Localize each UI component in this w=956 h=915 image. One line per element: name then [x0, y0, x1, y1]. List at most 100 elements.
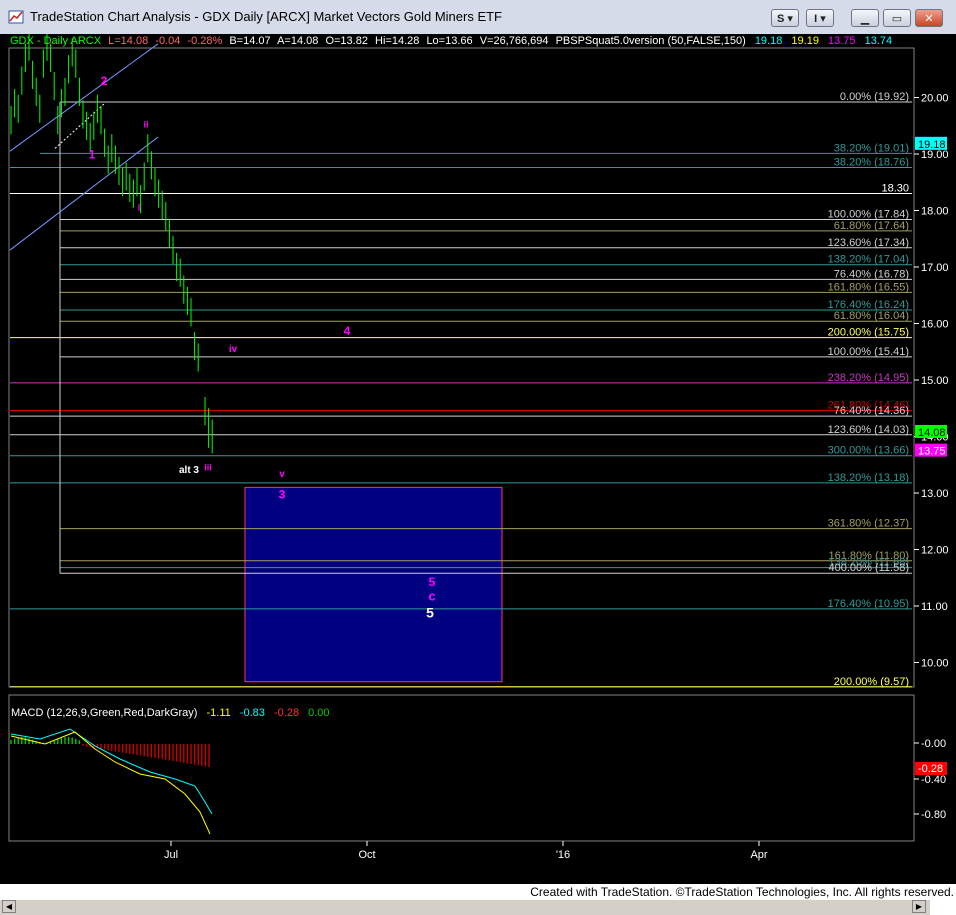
price-tags-group: 19.18 14.08 13.75	[915, 136, 947, 458]
trend-line-upper	[9, 43, 159, 152]
time-axis-label: Oct	[358, 849, 375, 861]
macd-header: MACD (12,26,9,Green,Red,DarkGray) -1.11 …	[11, 707, 330, 719]
macd-axis-label: -0.40	[921, 774, 946, 786]
header-ask: A=14.08	[277, 35, 318, 47]
macd-value-1: -1.11	[207, 707, 231, 719]
target-zone-box	[244, 486, 503, 683]
fib-label: 300.00% (13.66)	[828, 445, 909, 457]
header-change: -0.04	[155, 35, 180, 47]
chart-canvas[interactable]: GDX - Daily ARCX L=14.08 -0.04 -0.28% B=…	[0, 34, 956, 864]
time-axis-label: '16	[556, 849, 570, 861]
header-bid: B=14.07	[229, 35, 270, 47]
wave-label: v	[279, 469, 285, 480]
header-high: Hi=14.28	[375, 35, 419, 47]
s-menu-button[interactable]: S ▾	[771, 9, 799, 27]
copyright-text: Created with TradeStation. ©TradeStation…	[530, 885, 954, 899]
fib-label: 38.20% (18.76)	[834, 157, 909, 169]
tradestation-app-icon	[8, 10, 24, 24]
wave-label: iv	[229, 344, 238, 355]
fib-label: 161.80% (16.55)	[828, 281, 909, 293]
fib-label: 138.20% (13.18)	[828, 472, 909, 484]
target-box-group	[244, 486, 503, 683]
application-window: TradeStation Chart Analysis - GDX Daily …	[0, 0, 956, 915]
wave-label: c	[428, 588, 435, 603]
header-open: O=13.82	[325, 35, 368, 47]
wave-label: 2	[101, 74, 108, 88]
fib-label: 138.20% (17.04)	[828, 254, 909, 266]
s-button-label: S	[777, 13, 785, 25]
i-button-label: I	[814, 13, 818, 25]
fib-label: 61.80% (17.64)	[834, 220, 909, 232]
price-tag-text: 13.75	[918, 446, 946, 458]
footer: Created with TradeStation. ©TradeStation…	[0, 884, 956, 900]
header-line: GDX - Daily ARCX L=14.08 -0.04 -0.28% B=…	[10, 35, 892, 47]
price-axis-label: 13.00	[921, 488, 949, 500]
close-button[interactable]: ✕	[915, 9, 943, 27]
header-value-4: 13.74	[865, 35, 893, 47]
fib-label: 200.00% (9.57)	[834, 676, 909, 688]
macd-plot-group	[10, 728, 213, 835]
fib-label: 200.00% (15.75)	[828, 327, 909, 339]
fib-label: 18.30	[881, 183, 909, 195]
header-low: Lo=13.66	[426, 35, 472, 47]
fib-label: 76.40% (16.78)	[834, 268, 909, 280]
macd-axis-group: -0.00 -0.40 -0.80 -0.28	[914, 738, 947, 821]
fib-label: 0.00% (19.92)	[840, 91, 909, 103]
macd-title: MACD (12,26,9,Green,Red,DarkGray)	[11, 707, 197, 719]
price-axis-label: 20.00	[921, 93, 949, 105]
header-indicator: PBSPSquat5.0version (50,FALSE,150)	[556, 35, 746, 47]
wave-label: 1	[89, 148, 96, 162]
minimize-button[interactable]: ▁	[851, 9, 879, 27]
price-axis-label: 12.00	[921, 545, 949, 557]
fib-label: 123.60% (17.34)	[828, 237, 909, 249]
fib-label: 38.20% (19.01)	[834, 142, 909, 154]
wave-label: 5	[429, 575, 436, 589]
price-axis-label: 17.00	[921, 262, 949, 274]
price-axis-label: 10.00	[921, 658, 949, 670]
wave-label: 4	[344, 324, 351, 338]
price-axis-label: 18.00	[921, 206, 949, 218]
header-value-1: 19.18	[755, 35, 783, 47]
i-menu-button[interactable]: I ▾	[806, 9, 834, 27]
price-axis-label: 15.00	[921, 375, 949, 387]
window-title: TradeStation Chart Analysis - GDX Daily …	[30, 9, 502, 24]
fib-label: 61.80% (16.04)	[834, 310, 909, 322]
price-axis-group: 20.0019.0018.0017.0016.0015.0014.0013.00…	[914, 93, 949, 670]
fib-label: 400.00% (11.58)	[828, 562, 909, 574]
price-bars-group	[10, 34, 213, 454]
fib-label: 100.00% (15.41)	[828, 346, 909, 358]
price-axis-label: 16.00	[921, 319, 949, 331]
wave-label: iii	[204, 462, 212, 472]
wave-label: 3	[279, 488, 286, 502]
time-axis-group: Jul Oct '16 Apr	[164, 841, 768, 861]
header-symbol: GDX - Daily ARCX	[10, 35, 102, 47]
chart-window[interactable]: GDX - Daily ARCX L=14.08 -0.04 -0.28% B=…	[0, 34, 956, 915]
time-axis-label: Apr	[750, 849, 767, 861]
macd-tag-text: -0.28	[918, 763, 943, 775]
fib-label: 176.40% (16.24)	[828, 299, 909, 311]
macd-axis-label: -0.80	[921, 809, 946, 821]
fib-label: 100.00% (17.84)	[828, 209, 909, 221]
title-bar[interactable]: TradeStation Chart Analysis - GDX Daily …	[0, 0, 956, 35]
fib-label: 76.40% (14.36)	[834, 405, 909, 417]
macd-axis-label: -0.00	[921, 738, 946, 750]
macd-value-3: -0.28	[274, 707, 299, 719]
price-tag-text: 19.18	[918, 139, 946, 151]
header-value-3: 13.75	[828, 35, 856, 47]
fib-label: 123.60% (14.03)	[828, 424, 909, 436]
scroll-left-button[interactable]: ◀	[2, 900, 16, 913]
fib-label: 176.40% (10.95)	[828, 598, 909, 610]
price-tag-text: 14.08	[918, 427, 946, 439]
scroll-right-button[interactable]: ▶	[912, 900, 926, 913]
macd-signal-line	[10, 728, 213, 815]
fib-label: 361.80% (12.37)	[828, 518, 909, 530]
wave-label: alt 3	[179, 465, 199, 476]
macd-value-2: -0.83	[240, 707, 265, 719]
maximize-button[interactable]: ▭	[883, 9, 911, 27]
time-axis-label: Jul	[164, 849, 178, 861]
header-volume: V=26,766,694	[480, 35, 549, 47]
horizontal-scrollbar[interactable]: ◀ ▶	[0, 898, 930, 915]
fib-label: 238.20% (14.95)	[828, 372, 909, 384]
header-value-2: 19.19	[791, 35, 819, 47]
price-axis-label: 11.00	[921, 601, 948, 613]
